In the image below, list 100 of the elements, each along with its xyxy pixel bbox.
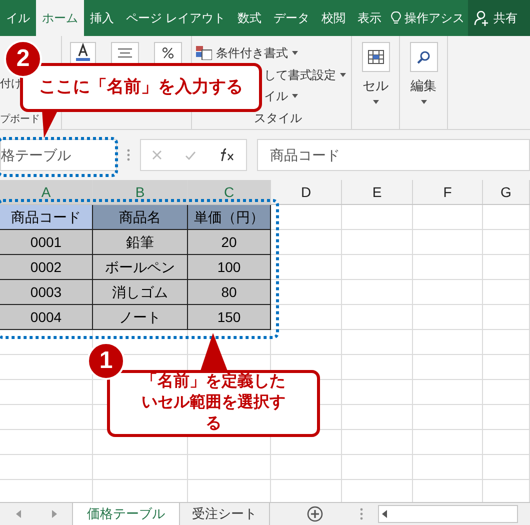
- group-label: スタイル: [254, 110, 302, 127]
- empty-cell[interactable]: [483, 305, 530, 330]
- ribbon-tab[interactable]: データ: [267, 0, 316, 36]
- column-header[interactable]: E: [342, 180, 413, 204]
- table-cell[interactable]: 0004: [0, 305, 93, 330]
- empty-cell[interactable]: [342, 405, 413, 430]
- cells-icon[interactable]: [362, 42, 390, 72]
- table-cell[interactable]: 0001: [0, 230, 93, 255]
- ribbon-tab[interactable]: イル: [0, 0, 36, 36]
- tell-me-field[interactable]: 操作アシス: [404, 9, 464, 27]
- ribbon-tab[interactable]: 挿入: [84, 0, 120, 36]
- empty-cell[interactable]: [342, 355, 413, 380]
- empty-cell[interactable]: [413, 230, 483, 255]
- column-header[interactable]: F: [413, 180, 483, 204]
- empty-cell[interactable]: [483, 255, 530, 280]
- ribbon-tab[interactable]: 数式: [231, 0, 268, 36]
- column-header[interactable]: A: [0, 180, 93, 204]
- function-icon[interactable]: [218, 148, 235, 162]
- column-header[interactable]: C: [188, 180, 271, 204]
- empty-cell[interactable]: [413, 280, 483, 305]
- empty-cell[interactable]: [483, 280, 530, 305]
- share-button[interactable]: 共有: [468, 0, 530, 36]
- table-cell[interactable]: ノート: [93, 305, 188, 330]
- editing-button[interactable]: 編集: [410, 76, 436, 96]
- empty-cell[interactable]: [342, 305, 413, 330]
- ribbon-tab[interactable]: 校閲: [315, 0, 352, 36]
- empty-cell[interactable]: [413, 405, 483, 430]
- empty-cell[interactable]: [342, 230, 413, 255]
- empty-cell[interactable]: [342, 255, 413, 280]
- caret-icon: [420, 100, 426, 104]
- empty-cell[interactable]: [413, 380, 483, 405]
- empty-cell[interactable]: [483, 380, 530, 405]
- drag-handle-icon[interactable]: [127, 149, 130, 161]
- horizontal-scrollbar[interactable]: [378, 505, 518, 523]
- ribbon-tab[interactable]: 表示: [351, 0, 388, 36]
- empty-cell[interactable]: [413, 330, 483, 355]
- empty-cell[interactable]: [413, 205, 483, 230]
- cell-styles-button[interactable]: イル: [264, 87, 288, 105]
- empty-cell[interactable]: [0, 380, 93, 405]
- empty-cell[interactable]: [413, 430, 483, 455]
- drag-handle-icon[interactable]: [360, 508, 363, 520]
- empty-cell[interactable]: [342, 205, 413, 230]
- align-icon[interactable]: [111, 42, 139, 64]
- conditional-formatting-button[interactable]: 条件付き書式: [216, 44, 288, 62]
- format-as-table-button[interactable]: して書式設定: [264, 66, 336, 84]
- table-cell[interactable]: 80: [188, 280, 271, 305]
- empty-cell[interactable]: [483, 330, 530, 355]
- add-person-icon: [474, 10, 490, 26]
- column-header[interactable]: D: [271, 180, 342, 204]
- empty-cell[interactable]: [413, 255, 483, 280]
- empty-cell[interactable]: [342, 455, 413, 480]
- scroll-right-icon[interactable]: [52, 510, 56, 518]
- empty-cell[interactable]: [483, 230, 530, 255]
- empty-cell[interactable]: [342, 330, 413, 355]
- search-icon[interactable]: [410, 42, 438, 72]
- table-cell[interactable]: ボールペン: [93, 255, 188, 280]
- table-cell[interactable]: 消しゴム: [93, 280, 188, 305]
- table-cell[interactable]: 鉛筆: [93, 230, 188, 255]
- empty-cell[interactable]: [483, 405, 530, 430]
- empty-cell[interactable]: [342, 380, 413, 405]
- cancel-icon[interactable]: [152, 150, 162, 160]
- empty-cell[interactable]: [413, 355, 483, 380]
- scroll-left-icon[interactable]: [382, 510, 387, 518]
- column-header[interactable]: G: [483, 180, 530, 204]
- sheet-tab[interactable]: 受注シート: [180, 503, 270, 525]
- formula-field[interactable]: 商品コード: [257, 139, 530, 171]
- sheet-tab[interactable]: 価格テーブル: [72, 503, 180, 525]
- add-sheet-icon[interactable]: [307, 506, 323, 522]
- empty-cell[interactable]: [271, 330, 342, 355]
- table-cell[interactable]: 0003: [0, 280, 93, 305]
- table-cell[interactable]: 100: [188, 255, 271, 280]
- ribbon-tab[interactable]: ページ レイアウト: [120, 0, 232, 36]
- empty-cell[interactable]: [0, 405, 93, 430]
- empty-cell[interactable]: [188, 455, 271, 480]
- empty-cell[interactable]: [0, 455, 93, 480]
- empty-cell[interactable]: [413, 455, 483, 480]
- empty-cell[interactable]: [0, 430, 93, 455]
- table-header-cell[interactable]: 商品コード: [0, 205, 93, 230]
- empty-cell[interactable]: [271, 455, 342, 480]
- table-header-cell[interactable]: 商品名: [93, 205, 188, 230]
- check-icon[interactable]: [184, 150, 196, 160]
- empty-cell[interactable]: [342, 280, 413, 305]
- empty-cell[interactable]: [93, 455, 188, 480]
- percent-icon[interactable]: [154, 42, 182, 64]
- empty-cell[interactable]: [483, 430, 530, 455]
- name-box[interactable]: 格テーブル: [0, 139, 117, 171]
- font-color-icon[interactable]: [70, 42, 96, 64]
- table-cell[interactable]: 150: [188, 305, 271, 330]
- cells-button[interactable]: セル: [362, 76, 388, 96]
- table-cell[interactable]: 20: [188, 230, 271, 255]
- table-cell[interactable]: 0002: [0, 255, 93, 280]
- column-header[interactable]: B: [93, 180, 188, 204]
- empty-cell[interactable]: [483, 355, 530, 380]
- ribbon-tab[interactable]: ホーム: [36, 0, 84, 36]
- caret-icon: [292, 51, 298, 55]
- empty-cell[interactable]: [413, 305, 483, 330]
- empty-cell[interactable]: [342, 430, 413, 455]
- empty-cell[interactable]: [483, 205, 530, 230]
- table-header-cell[interactable]: 単価（円）: [188, 205, 271, 230]
- empty-cell[interactable]: [483, 455, 530, 480]
